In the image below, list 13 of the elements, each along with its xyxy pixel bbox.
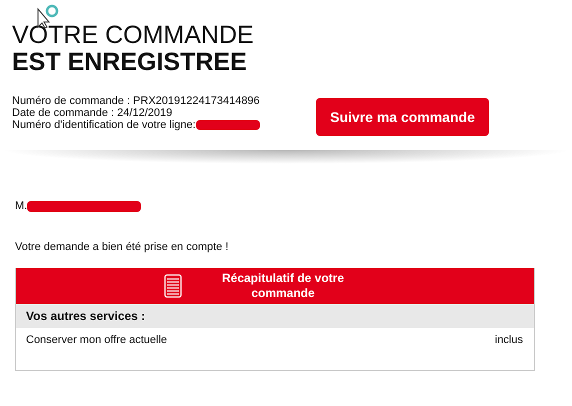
confirmation-message: Votre demande a bien été prise en compte ! [15,241,230,253]
track-order-button[interactable]: Suivre ma commande [316,98,489,136]
document-icon [164,274,182,298]
summary-title: Récapitulatif de votre commande [220,271,346,301]
order-info-text: Date de commande : 24/12/2019 [12,107,172,119]
order-info-text: Numéro d'identification de votre ligne: [12,119,196,131]
service-name: Conserver mon offre actuelle [26,334,168,346]
service-price: inclus [494,334,523,346]
customer-name: M. [15,200,28,212]
heading: EST ENREGISTREE [12,49,248,76]
heading: VOTRE COMMANDE [12,22,255,49]
order-info-text: Numéro de commande : PRX20191224173414896 [12,95,260,107]
section-heading: Vos autres services : [16,304,534,328]
